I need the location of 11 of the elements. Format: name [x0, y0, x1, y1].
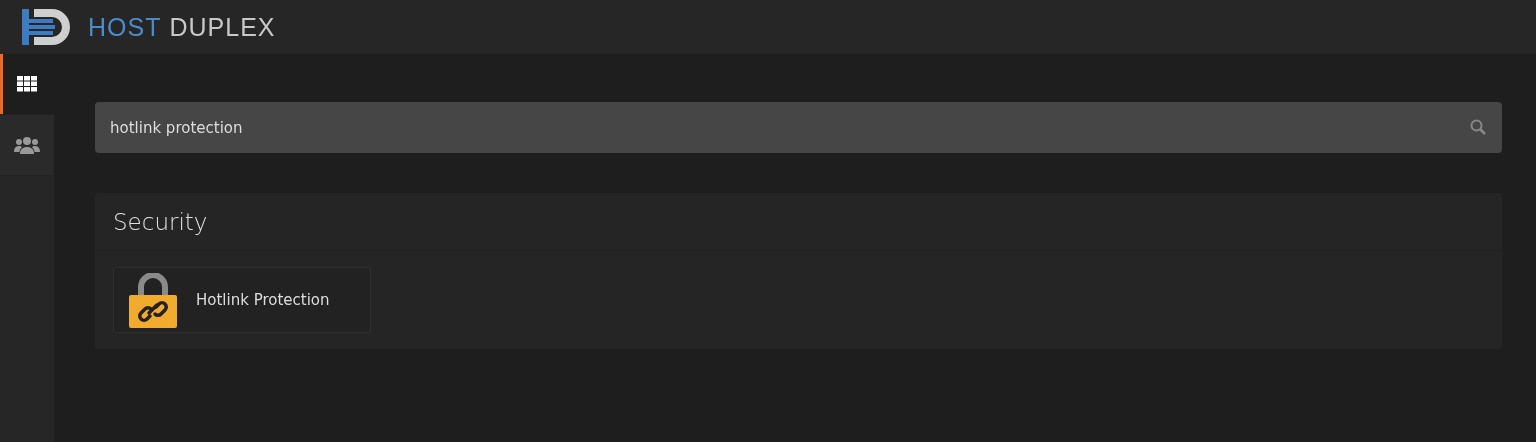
grid-icon	[17, 76, 37, 92]
search-icon	[1470, 119, 1486, 135]
section-title: Security	[113, 208, 208, 235]
tool-card[interactable]: Hotlink Protection	[113, 267, 371, 333]
padlock-link-icon	[128, 272, 178, 328]
sidebar-tab[interactable]	[0, 54, 54, 115]
users-icon	[14, 136, 40, 154]
search-field[interactable]: hotlink protection	[95, 102, 1502, 153]
brand-name: HOST	[88, 12, 162, 42]
brand-name: DUPLEX	[169, 12, 276, 42]
tool-label: Hotlink Protection	[196, 291, 330, 309]
